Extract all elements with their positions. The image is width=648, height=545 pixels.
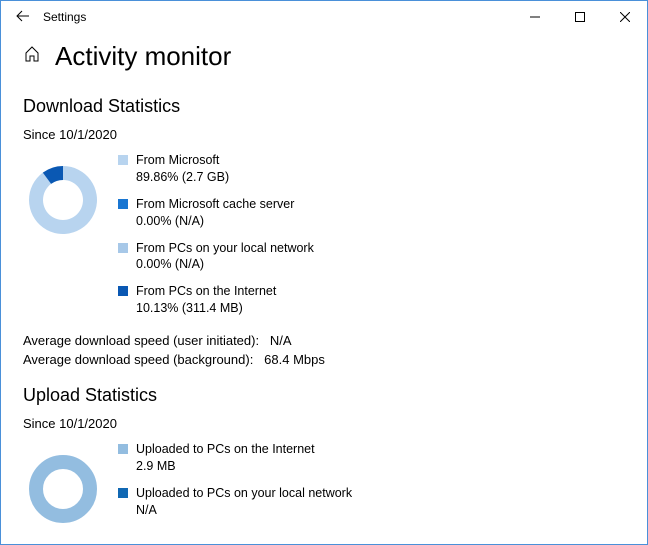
upload-legend-item: Uploaded to PCs on your local networkN/A: [118, 485, 625, 519]
download-legend-item: From PCs on your local network0.00% (N/A…: [118, 240, 625, 274]
upload-stats-row: Uploaded to PCs on the Internet2.9 MBUpl…: [23, 439, 625, 529]
download-legend-item: From Microsoft89.86% (2.7 GB): [118, 152, 625, 186]
upload-since: Since 10/1/2020: [23, 416, 625, 431]
legend-text: From Microsoft89.86% (2.7 GB): [136, 152, 229, 186]
legend-value: 0.00% (N/A): [136, 256, 314, 273]
legend-label: From PCs on your local network: [136, 240, 314, 257]
legend-text: Uploaded to PCs on the Internet2.9 MB: [136, 441, 315, 475]
upload-section: Upload Statistics Since 10/1/2020 Upload…: [23, 385, 625, 529]
avg-download-user-label: Average download speed (user initiated):: [23, 333, 259, 348]
legend-swatch: [118, 199, 128, 209]
legend-swatch: [118, 155, 128, 165]
upload-legend-item: Uploaded to PCs on the Internet2.9 MB: [118, 441, 625, 475]
maximize-button[interactable]: [557, 1, 602, 33]
legend-text: From Microsoft cache server0.00% (N/A): [136, 196, 294, 230]
page-header: Activity monitor: [23, 41, 625, 72]
minimize-button[interactable]: [512, 1, 557, 33]
download-legend-item: From PCs on the Internet10.13% (311.4 MB…: [118, 283, 625, 317]
content-area: Activity monitor Download Statistics Sin…: [1, 41, 647, 545]
legend-value: 0.00% (N/A): [136, 213, 294, 230]
download-stats-row: From Microsoft89.86% (2.7 GB)From Micros…: [23, 150, 625, 327]
avg-download-bg-value: 68.4 Mbps: [264, 352, 325, 367]
upload-heading: Upload Statistics: [23, 385, 625, 406]
upload-legend: Uploaded to PCs on the Internet2.9 MBUpl…: [118, 439, 625, 529]
close-button[interactable]: [602, 1, 647, 33]
home-icon[interactable]: [23, 45, 41, 68]
legend-value: N/A: [136, 502, 352, 519]
avg-download-bg-label: Average download speed (background):: [23, 352, 253, 367]
avg-download-bg: Average download speed (background): 68.…: [23, 352, 625, 367]
titlebar: Settings: [1, 1, 647, 33]
legend-text: From PCs on your local network0.00% (N/A…: [136, 240, 314, 274]
legend-value: 2.9 MB: [136, 458, 315, 475]
download-legend-item: From Microsoft cache server0.00% (N/A): [118, 196, 625, 230]
download-donut-chart: [23, 150, 118, 240]
legend-swatch: [118, 444, 128, 454]
legend-label: From PCs on the Internet: [136, 283, 276, 300]
back-arrow-icon: [16, 9, 30, 23]
download-legend: From Microsoft89.86% (2.7 GB)From Micros…: [118, 150, 625, 327]
avg-download-user: Average download speed (user initiated):…: [23, 333, 625, 348]
legend-label: Uploaded to PCs on your local network: [136, 485, 352, 502]
legend-swatch: [118, 286, 128, 296]
legend-label: From Microsoft: [136, 152, 229, 169]
download-heading: Download Statistics: [23, 96, 625, 117]
legend-swatch: [118, 488, 128, 498]
upload-donut-chart: [23, 439, 118, 529]
maximize-icon: [575, 12, 585, 22]
window-title: Settings: [43, 10, 86, 24]
download-since: Since 10/1/2020: [23, 127, 625, 142]
minimize-icon: [530, 12, 540, 22]
close-icon: [620, 12, 630, 22]
back-button[interactable]: [9, 9, 37, 26]
legend-value: 89.86% (2.7 GB): [136, 169, 229, 186]
legend-label: Uploaded to PCs on the Internet: [136, 441, 315, 458]
legend-text: From PCs on the Internet10.13% (311.4 MB…: [136, 283, 276, 317]
page-title: Activity monitor: [55, 41, 231, 72]
legend-swatch: [118, 243, 128, 253]
legend-label: From Microsoft cache server: [136, 196, 294, 213]
window-controls: [512, 1, 647, 33]
legend-text: Uploaded to PCs on your local networkN/A: [136, 485, 352, 519]
avg-download-user-value: N/A: [270, 333, 292, 348]
legend-value: 10.13% (311.4 MB): [136, 300, 276, 317]
